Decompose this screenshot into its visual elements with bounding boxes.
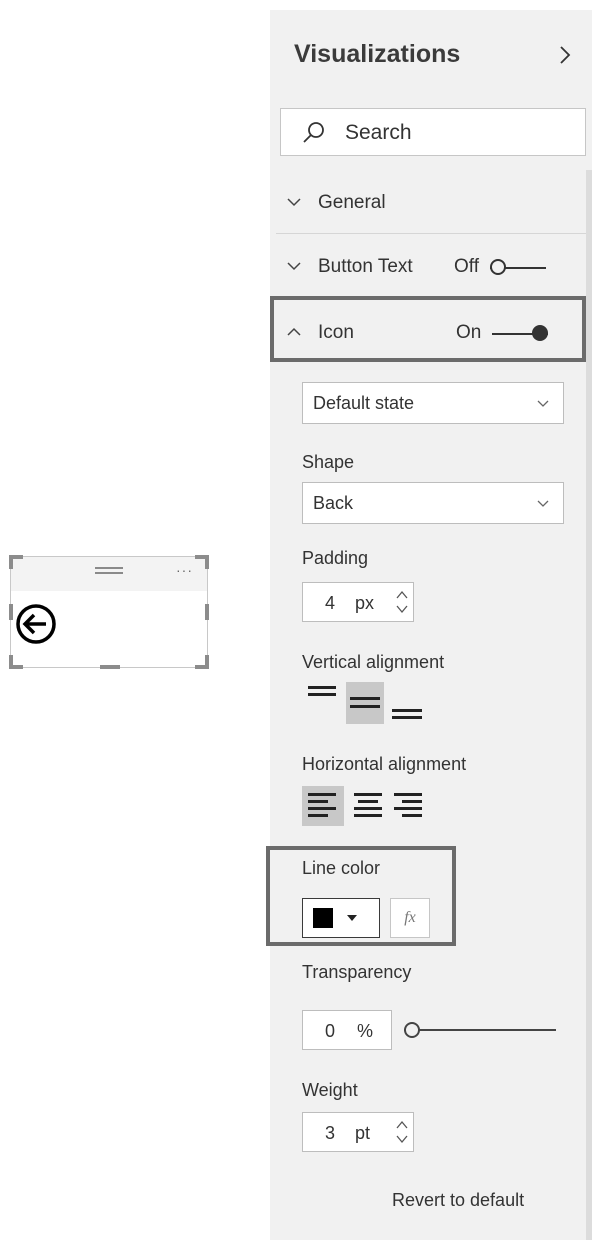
more-options-icon[interactable]: ··· [176, 563, 193, 577]
transparency-label: Transparency [302, 962, 412, 982]
button-visual[interactable]: ··· [9, 555, 209, 669]
chevron-right-icon[interactable] [557, 44, 573, 66]
section-general-label: General [318, 192, 386, 213]
pane-scrollbar[interactable] [586, 170, 592, 1240]
weight-input[interactable]: 3 pt [302, 1112, 414, 1152]
vertical-alignment-label: Vertical alignment [302, 652, 445, 672]
spinner-arrows-icon[interactable] [395, 1117, 409, 1147]
visual-header: ··· [11, 557, 207, 591]
button-text-toggle-label: Off [454, 256, 479, 277]
transparency-value: 0 [325, 1021, 336, 1041]
transparency-slider[interactable] [404, 1022, 556, 1038]
weight-label: Weight [302, 1080, 358, 1100]
align-top-icon [308, 686, 336, 696]
back-arrow-icon[interactable] [14, 602, 58, 646]
resize-handle-top-left-vertical[interactable] [9, 555, 13, 569]
chevron-down-icon [287, 198, 301, 207]
section-button-text-label: Button Text [318, 256, 413, 277]
transparency-unit: % [357, 1021, 374, 1041]
align-right-icon [394, 793, 422, 817]
slider-thumb[interactable] [404, 1022, 420, 1038]
section-general[interactable]: General [270, 172, 586, 234]
align-bottom-icon [392, 709, 422, 719]
align-center-button[interactable] [350, 786, 388, 826]
search-input[interactable]: Search [345, 121, 412, 145]
padding-value: 4 [325, 593, 336, 613]
padding-label: Padding [302, 548, 369, 568]
section-button-text[interactable]: Button Text Off [270, 236, 586, 298]
icon-section-highlight [270, 296, 586, 362]
align-top-button[interactable] [306, 682, 344, 718]
align-middle-button[interactable] [346, 682, 384, 724]
weight-value: 3 [325, 1123, 336, 1143]
line-color-highlight [266, 846, 456, 946]
search-box[interactable]: Search [280, 108, 586, 156]
align-center-icon [354, 793, 382, 817]
resize-handle-bottom-right-vertical[interactable] [205, 655, 209, 669]
chevron-down-icon [287, 262, 301, 271]
drag-grip-icon[interactable] [95, 567, 123, 577]
weight-unit: pt [355, 1123, 371, 1143]
slider-rail [404, 1029, 556, 1031]
visualizations-pane: Visualizations Search General Button Tex… [266, 10, 592, 1240]
button-text-toggle[interactable] [490, 258, 546, 278]
state-dropdown-value: Default state [313, 393, 415, 413]
resize-handle-middle-right[interactable] [205, 604, 209, 620]
pane-title: Visualizations [294, 40, 461, 68]
revert-to-default-link[interactable]: Revert to default [392, 1190, 524, 1211]
padding-unit: px [355, 593, 375, 613]
align-right-button[interactable] [390, 786, 428, 826]
resize-handle-bottom-left-vertical[interactable] [9, 655, 13, 669]
shape-dropdown-value: Back [313, 493, 354, 513]
horizontal-alignment-label: Horizontal alignment [302, 754, 467, 774]
align-left-icon [308, 793, 336, 817]
divider [276, 233, 586, 234]
chevron-down-icon [537, 400, 549, 407]
search-icon [303, 122, 324, 143]
align-left-button[interactable] [302, 786, 344, 826]
spinner-arrows-icon[interactable] [395, 587, 409, 617]
state-dropdown[interactable]: Default state [302, 382, 564, 424]
transparency-input[interactable]: 0 % [302, 1010, 392, 1050]
align-bottom-button[interactable] [388, 688, 426, 724]
align-middle-icon [350, 697, 380, 708]
shape-dropdown[interactable]: Back [302, 482, 564, 524]
padding-input[interactable]: 4 px [302, 582, 414, 622]
resize-handle-middle-left[interactable] [9, 604, 13, 620]
resize-handle-bottom-middle[interactable] [100, 665, 120, 669]
shape-label: Shape [302, 452, 355, 472]
chevron-down-icon [537, 500, 549, 507]
resize-handle-top-right-vertical[interactable] [205, 555, 209, 569]
